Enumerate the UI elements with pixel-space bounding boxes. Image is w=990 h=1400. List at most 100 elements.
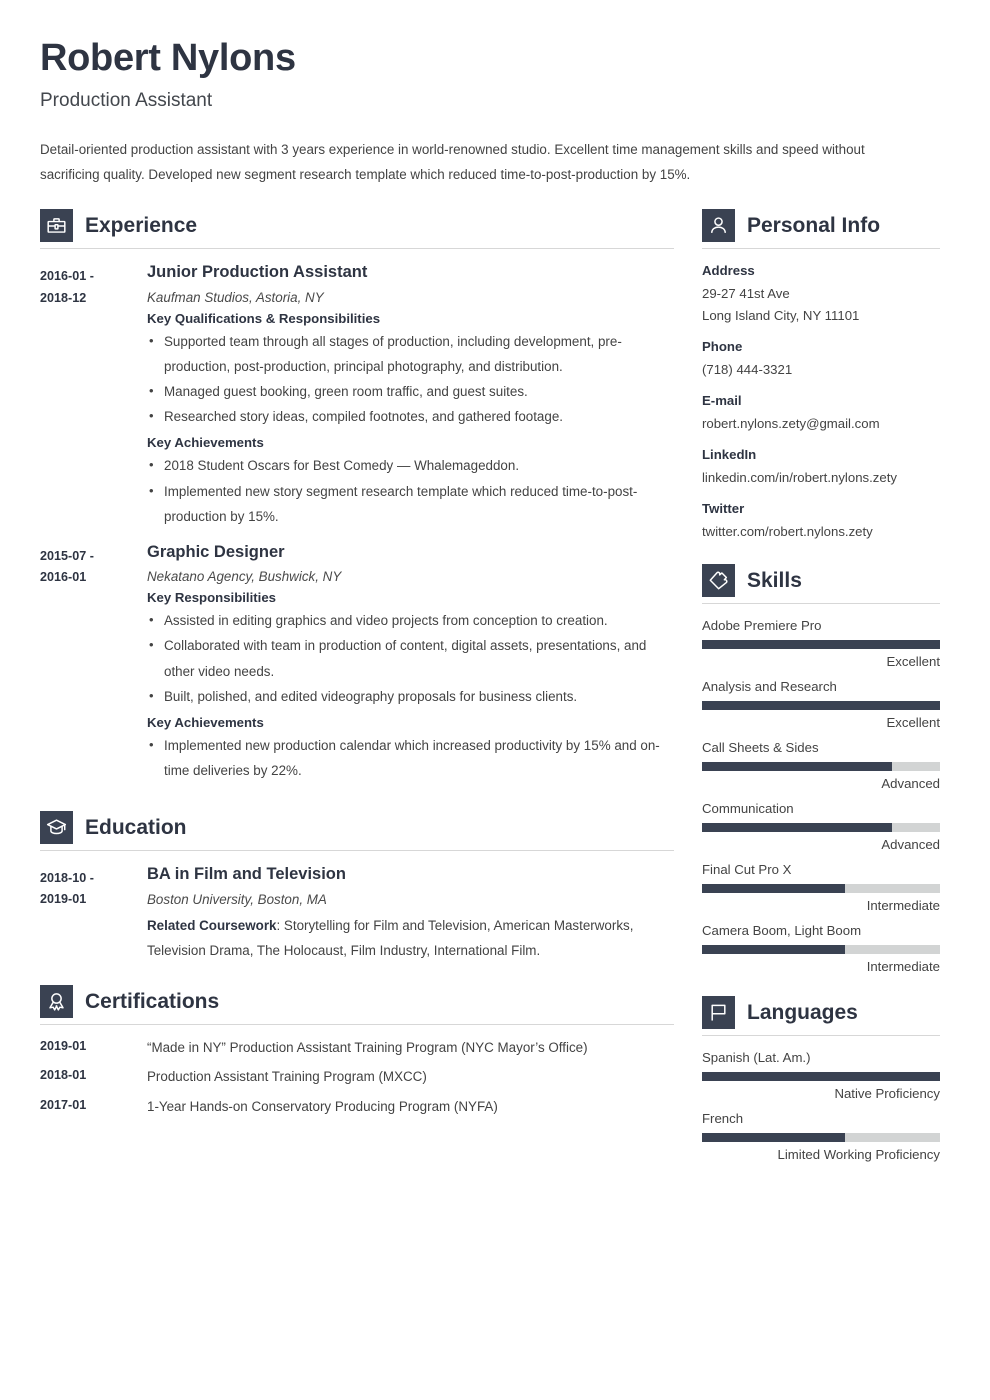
section-experience: Experience 2016-01 - 2018-12 Junior Prod… xyxy=(40,209,674,788)
info-value: (718) 444-3321 xyxy=(702,361,793,377)
candidate-name: Robert Nylons xyxy=(40,37,296,79)
experience-divider xyxy=(40,248,674,250)
skill-bar-track xyxy=(702,762,940,772)
language-bar-track xyxy=(702,1072,940,1082)
entry-bullet-list: 2018 Student Oscars for Best Comedy — Wh… xyxy=(147,453,674,528)
info-value: 29-27 41st Ave Long Island City, NY 1110… xyxy=(702,283,940,325)
resume-header: Robert Nylons Production Assistant Detai… xyxy=(40,37,950,187)
section-personal-info: Personal Info Address 29-27 41st Ave Lon… xyxy=(702,209,940,542)
skill-bar-fill xyxy=(702,823,893,833)
personal-info-divider xyxy=(702,248,940,250)
cert-date: 2018-01 xyxy=(40,1068,87,1083)
language-level: Limited Working Proficiency xyxy=(777,1147,940,1163)
experience-entry: 2015-07 - 2016-01 Graphic Designer Nekat… xyxy=(40,543,674,789)
entry-group-label: Key Achievements xyxy=(147,435,264,451)
entry-bullet-list: Implemented new production calendar whic… xyxy=(147,733,674,783)
info-value[interactable]: twitter.com/robert.nylons.zety xyxy=(702,521,940,542)
skills-title: Skills xyxy=(747,569,802,593)
candidate-job-title: Production Assistant xyxy=(40,89,213,111)
skills-heading: Skills xyxy=(702,564,940,598)
graduation-cap-icon xyxy=(40,810,73,844)
skill-bar-fill xyxy=(702,701,940,711)
language-bar-fill xyxy=(702,1133,845,1143)
experience-title: Experience xyxy=(85,214,198,238)
entry-date: 2018-10 - 2019-01 xyxy=(40,865,147,963)
skill-level: Advanced xyxy=(881,837,940,853)
entry-group-label: Key Qualifications & Responsibilities xyxy=(147,311,381,327)
certifications-heading: Certifications xyxy=(40,984,674,1018)
entry-group-label: Key Responsibilities xyxy=(147,590,276,606)
list-item: Assisted in editing graphics and video p… xyxy=(147,608,674,633)
entry-date-end: 2016-01 xyxy=(40,570,87,585)
degree-title: BA in Film and Television xyxy=(147,864,346,883)
skill-bar-fill xyxy=(702,640,940,650)
skill-bar-fill xyxy=(702,762,893,772)
entry-job-title: Graphic Designer xyxy=(147,542,285,561)
entry-date-start: 2018-10 - xyxy=(40,870,94,885)
personal-info-heading: Personal Info xyxy=(702,209,940,243)
skill-level: Intermediate xyxy=(866,898,940,914)
info-label: Twitter xyxy=(702,501,745,517)
list-item: 2018 Student Oscars for Best Comedy — Wh… xyxy=(147,453,674,478)
info-block-linkedin: LinkedIn linkedin.com/in/robert.nylons.z… xyxy=(702,447,940,488)
skill-bar-track xyxy=(702,701,940,711)
skills-divider xyxy=(702,603,940,605)
skill-level: Excellent xyxy=(886,715,940,731)
list-item: Researched story ideas, compiled footnot… xyxy=(147,404,674,429)
info-label: Address xyxy=(702,263,755,279)
info-label: Phone xyxy=(702,338,743,354)
entry-bullet-list: Assisted in editing graphics and video p… xyxy=(147,608,674,708)
skill-bar-track xyxy=(702,640,940,650)
cert-text: Production Assistant Training Program (M… xyxy=(147,1069,427,1085)
entry-date-end: 2018-12 xyxy=(40,291,87,306)
skill-bar-track xyxy=(702,823,940,833)
resume-page: Robert Nylons Production Assistant Detai… xyxy=(0,0,990,1400)
language-name: Spanish (Lat. Am.) xyxy=(702,1050,811,1066)
skill-bar-track xyxy=(702,884,940,894)
certifications-list: 2019-01 “Made in NY” Production Assistan… xyxy=(40,1039,674,1115)
coursework-label: Related Coursework xyxy=(147,917,277,933)
skill-name: Analysis and Research xyxy=(702,679,837,695)
language-bar-track xyxy=(702,1133,940,1143)
education-heading: Education xyxy=(40,810,674,844)
languages-title: Languages xyxy=(747,1001,858,1025)
personal-info-title: Personal Info xyxy=(747,214,881,238)
skill-bar-track xyxy=(702,945,940,955)
flag-icon xyxy=(702,996,735,1030)
info-block-address: Address 29-27 41st Ave Long Island City,… xyxy=(702,263,940,325)
briefcase-icon xyxy=(40,209,73,243)
entry-body: Graphic Designer Nekatano Agency, Bushwi… xyxy=(147,543,674,789)
section-certifications: Certifications 2019-01 “Made in NY” Prod… xyxy=(40,984,674,1115)
skill-level: Intermediate xyxy=(866,959,940,975)
education-entry: 2018-10 - 2019-01 BA in Film and Televis… xyxy=(40,865,674,963)
skill-item: Call Sheets & Sides Advanced xyxy=(702,740,940,791)
main-column: Experience 2016-01 - 2018-12 Junior Prod… xyxy=(40,209,674,1127)
award-ribbon-icon xyxy=(40,984,73,1018)
skill-name: Call Sheets & Sides xyxy=(702,740,819,756)
entry-date-start: 2015-07 - xyxy=(40,548,94,563)
skill-bar-fill xyxy=(702,884,845,894)
certifications-title: Certifications xyxy=(85,989,220,1013)
experience-entries: 2016-01 - 2018-12 Junior Production Assi… xyxy=(40,263,674,788)
certifications-divider xyxy=(40,1023,674,1025)
entry-group-label: Key Achievements xyxy=(147,714,264,730)
experience-heading: Experience xyxy=(40,209,674,243)
resume-columns: Experience 2016-01 - 2018-12 Junior Prod… xyxy=(40,209,950,1172)
entry-body: BA in Film and Television Boston Univers… xyxy=(147,865,674,963)
experience-entry: 2016-01 - 2018-12 Junior Production Assi… xyxy=(40,263,674,534)
info-value[interactable]: linkedin.com/in/robert.nylons.zety xyxy=(702,467,940,488)
entry-bullet-list: Supported team through all stages of pro… xyxy=(147,329,674,429)
skill-name: Adobe Premiere Pro xyxy=(702,618,822,634)
skill-level: Advanced xyxy=(881,776,940,792)
info-block-twitter: Twitter twitter.com/robert.nylons.zety xyxy=(702,501,940,542)
info-value[interactable]: robert.nylons.zety@gmail.com xyxy=(702,413,940,434)
info-label: LinkedIn xyxy=(702,446,757,462)
entry-job-title: Junior Production Assistant xyxy=(147,263,368,282)
professional-summary: Detail-oriented production assistant wit… xyxy=(40,141,865,182)
sidebar-column: Personal Info Address 29-27 41st Ave Lon… xyxy=(702,209,940,1172)
table-row: 2017-01 1-Year Hands-on Conservatory Pro… xyxy=(40,1098,674,1115)
entry-date: 2016-01 - 2018-12 xyxy=(40,263,147,534)
skill-item: Final Cut Pro X Intermediate xyxy=(702,862,940,913)
entry-company: Nekatano Agency, Bushwick, NY xyxy=(147,569,342,585)
table-row: 2018-01 Production Assistant Training Pr… xyxy=(40,1068,674,1085)
